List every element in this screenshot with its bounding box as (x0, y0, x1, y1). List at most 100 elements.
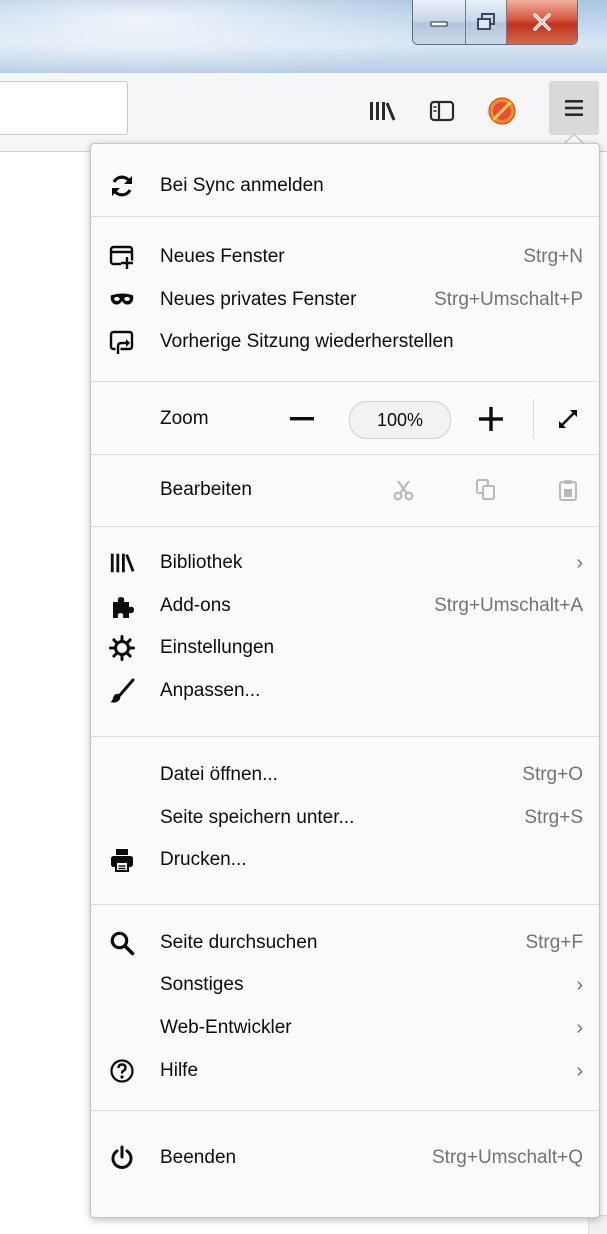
copy-button[interactable] (473, 470, 499, 510)
menu-label: Drucken... (160, 849, 247, 870)
zoom-reset-button[interactable]: 100% (349, 401, 451, 439)
menu-label: Einstellungen (160, 637, 275, 658)
menu-item-edit: Bearbeiten (91, 470, 599, 510)
menu-item-help[interactable]: Hilfe › (91, 1051, 599, 1091)
menu-shortcut: Strg+N (523, 246, 583, 267)
sync-icon (109, 173, 135, 199)
clipboard-icon (559, 480, 577, 501)
menu-item-new-window[interactable]: Neues Fenster Strg+N (91, 237, 599, 277)
printer-icon (109, 847, 135, 873)
menu-item-open-file[interactable]: Datei öffnen... Strg+O (91, 755, 599, 795)
menu-label: Neues Fenster (160, 246, 285, 267)
chevron-right-icon: › (576, 1016, 583, 1039)
menu-item-library[interactable]: Bibliothek › (91, 543, 599, 583)
menu-item-private-window[interactable]: Neues privates Fenster Strg+Umschalt+P (91, 280, 599, 320)
zoom-in-button[interactable] (475, 399, 507, 439)
chevron-right-icon: › (576, 1059, 583, 1082)
power-icon (109, 1145, 135, 1171)
window-controls (412, 0, 578, 45)
separator (91, 904, 599, 905)
sidebar-icon (429, 100, 455, 122)
menu-label: Vorherige Sitzung wiederherstellen (160, 331, 454, 352)
menu-label: Seite durchsuchen (160, 932, 318, 953)
menu-shortcut: Strg+Umschalt+Q (432, 1147, 583, 1168)
zoom-divider (533, 399, 534, 439)
maximize-button[interactable] (466, 0, 507, 44)
separator (91, 454, 599, 455)
maximize-icon (477, 13, 495, 30)
menu-label: Anpassen... (160, 680, 261, 701)
menu-item-zoom: Zoom 100% (91, 399, 599, 439)
addon-badge-button[interactable] (484, 93, 520, 129)
separator (91, 1110, 599, 1111)
menu-label: Sonstiges (160, 974, 244, 995)
menu-item-quit[interactable]: Beenden Strg+Umschalt+Q (91, 1138, 599, 1178)
close-icon (533, 13, 551, 31)
scissors-icon (393, 480, 414, 501)
window-titlebar (0, 0, 607, 73)
menu-label: Seite speichern unter... (160, 807, 355, 828)
separator (91, 216, 599, 217)
edit-label: Bearbeiten (160, 479, 252, 500)
menu-item-web-developer[interactable]: Web-Entwickler › (91, 1008, 599, 1048)
menu-item-sync[interactable]: Bei Sync anmelden (91, 166, 599, 206)
menu-shortcut: Strg+S (524, 807, 583, 828)
app-menu-panel: Bei Sync anmelden Neues Fenster Strg+N N… (90, 143, 600, 1218)
minimize-icon (430, 21, 448, 27)
menu-item-save-page[interactable]: Seite speichern unter... Strg+S (91, 798, 599, 838)
minus-icon (290, 417, 314, 421)
chevron-right-icon: › (576, 551, 583, 574)
library-icon (370, 102, 396, 121)
sidebar-button[interactable] (424, 93, 460, 129)
menu-item-find[interactable]: Seite durchsuchen Strg+F (91, 923, 599, 963)
zoom-out-button[interactable] (287, 399, 317, 439)
separator (91, 381, 599, 382)
titlebar-glow (0, 0, 480, 73)
close-button[interactable] (507, 0, 577, 44)
minimize-button[interactable] (413, 0, 466, 44)
paste-button[interactable] (555, 470, 581, 510)
url-bar[interactable] (0, 81, 128, 135)
menu-label: Bibliothek (160, 552, 243, 573)
private-mask-icon (109, 287, 135, 313)
menu-item-settings[interactable]: Einstellungen (91, 628, 599, 668)
chevron-right-icon: › (576, 973, 583, 996)
menu-item-addons[interactable]: Add-ons Strg+Umschalt+A (91, 586, 599, 626)
hamburger-menu-icon (565, 100, 583, 116)
plus-icon (479, 407, 503, 431)
menu-item-more[interactable]: Sonstiges › (91, 965, 599, 1005)
library-button[interactable] (364, 93, 400, 129)
menu-label: Web-Entwickler (160, 1017, 292, 1038)
navigation-toolbar (0, 73, 607, 152)
new-window-icon (109, 244, 135, 270)
menu-label: Bei Sync anmelden (160, 175, 324, 196)
menu-label: Beenden (160, 1147, 237, 1168)
zoom-label: Zoom (160, 408, 209, 429)
help-icon (109, 1058, 135, 1084)
separator (91, 526, 599, 527)
open-menu-button[interactable] (549, 81, 599, 135)
menu-shortcut: Strg+Umschalt+A (434, 595, 583, 616)
search-icon (109, 930, 135, 956)
menu-item-print[interactable]: Drucken... (91, 840, 599, 880)
menu-shortcut: Strg+Umschalt+P (434, 289, 583, 310)
fullscreen-icon (559, 410, 577, 428)
brush-icon (109, 678, 135, 704)
library-icon (109, 550, 135, 576)
fullscreen-button[interactable] (553, 399, 583, 439)
copy-icon (476, 479, 495, 500)
gear-icon (109, 635, 135, 661)
menu-shortcut: Strg+O (522, 764, 583, 785)
menu-shortcut: Strg+F (525, 932, 583, 953)
separator (91, 736, 599, 737)
menu-label: Hilfe (160, 1060, 199, 1081)
addon-badge-icon (488, 97, 516, 125)
restore-session-icon (109, 329, 135, 355)
menu-item-customize[interactable]: Anpassen... (91, 671, 599, 711)
cut-button[interactable] (391, 470, 417, 510)
menu-label: Datei öffnen... (160, 764, 278, 785)
menu-label: Add-ons (160, 595, 231, 616)
menu-label: Neues privates Fenster (160, 289, 357, 310)
menu-item-restore-session[interactable]: Vorherige Sitzung wiederherstellen (91, 322, 599, 362)
puzzle-icon (109, 593, 135, 619)
